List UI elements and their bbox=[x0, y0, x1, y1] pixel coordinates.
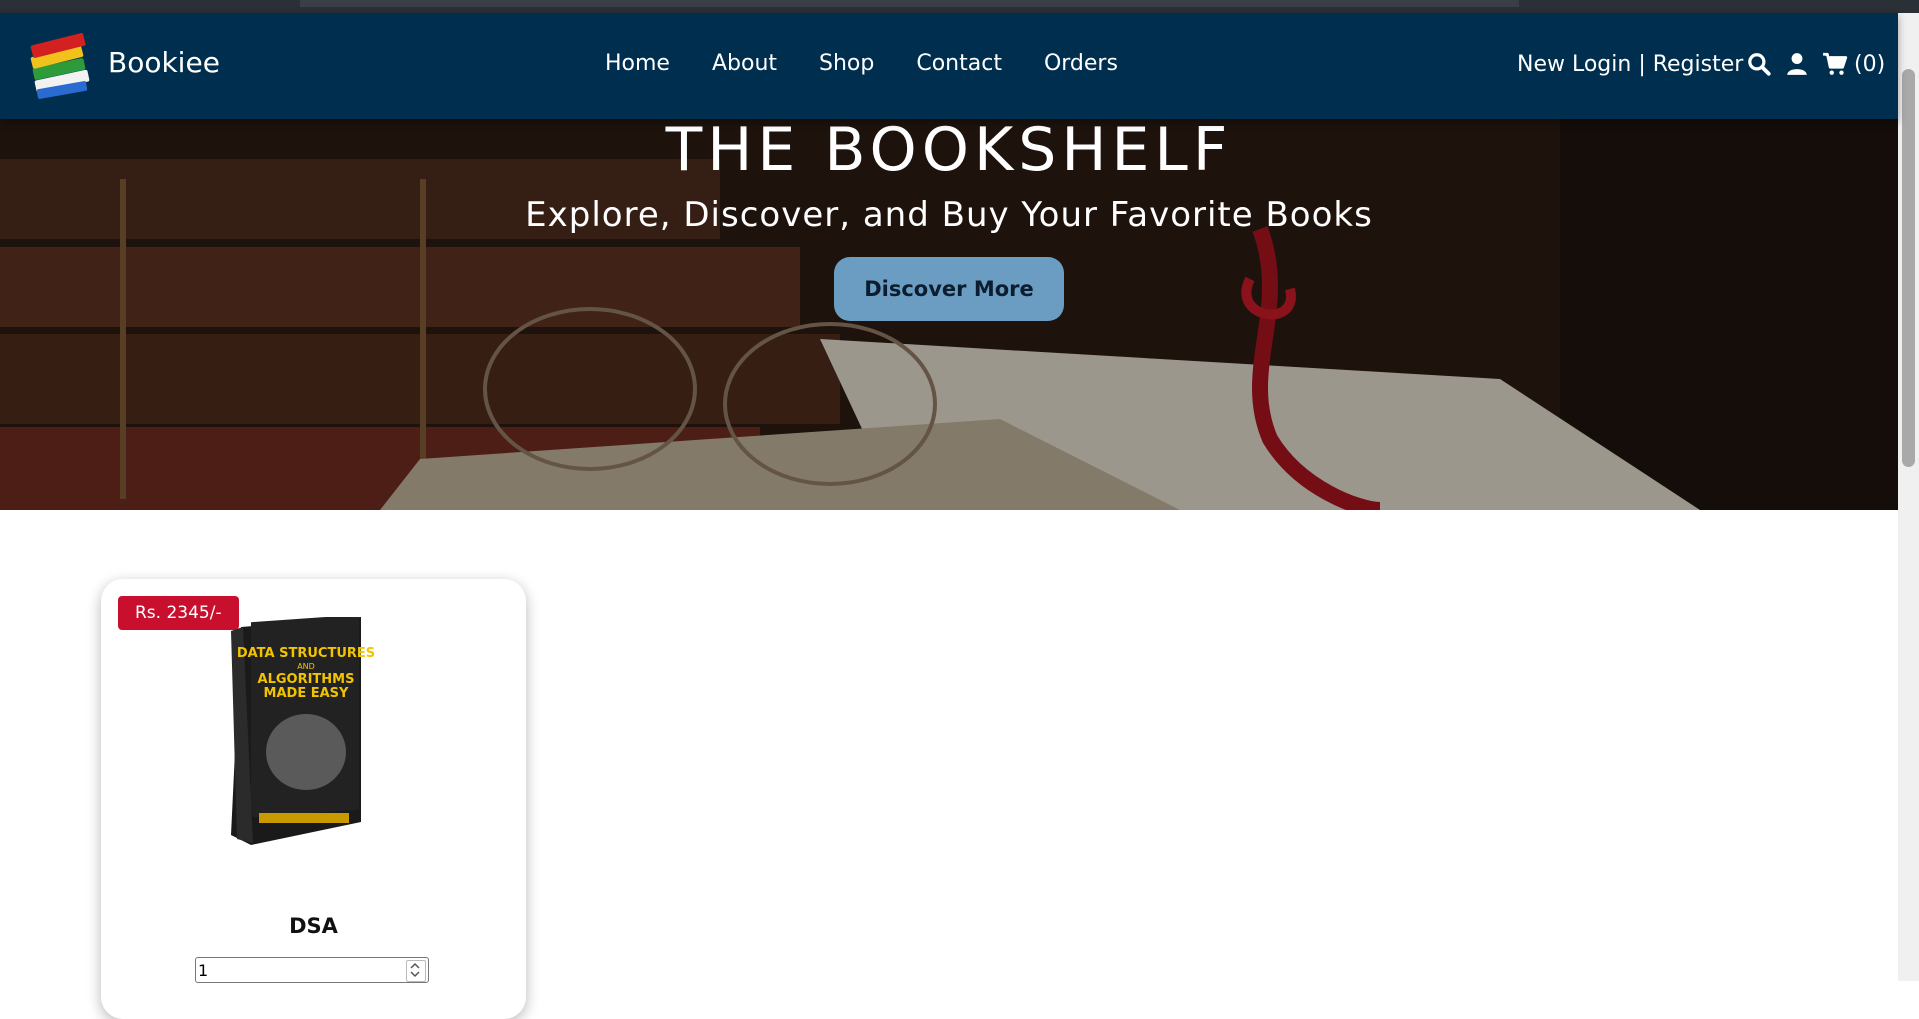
nav-home[interactable]: Home bbox=[605, 51, 670, 76]
quantity-input[interactable]: 1 bbox=[195, 957, 429, 983]
nav-orders[interactable]: Orders bbox=[1044, 51, 1118, 76]
user-icon[interactable] bbox=[1784, 51, 1810, 77]
scrollbar-thumb[interactable] bbox=[1902, 69, 1915, 467]
login-register-link[interactable]: New Login | Register bbox=[1517, 52, 1743, 77]
nav-shop[interactable]: Shop bbox=[819, 51, 874, 76]
hero-title: THE BOOKSHELF bbox=[665, 119, 1233, 185]
main-menu: Home About Shop Contact Orders bbox=[605, 51, 1160, 76]
header-navbar: Bookiee Home About Shop Contact Orders N… bbox=[0, 13, 1898, 119]
brand-name[interactable]: Bookiee bbox=[108, 46, 220, 79]
book-cover-image[interactable]: DATA STRUCTURES AND ALGORITHMS MADE EASY bbox=[211, 617, 381, 845]
cover-line-4: MADE EASY bbox=[264, 686, 349, 701]
stepper-arrows-icon[interactable] bbox=[407, 961, 423, 979]
search-icon[interactable] bbox=[1746, 51, 1772, 77]
header-icons: (0) bbox=[1746, 51, 1885, 77]
discover-more-button[interactable]: Discover More bbox=[834, 257, 1064, 321]
browser-top-strip bbox=[0, 0, 1919, 13]
hero-subtitle: Explore, Discover, and Buy Your Favorite… bbox=[525, 195, 1373, 235]
books-logo-icon[interactable] bbox=[29, 29, 103, 103]
cover-line-3: ALGORITHMS bbox=[258, 672, 355, 687]
quantity-stepper[interactable] bbox=[406, 960, 426, 982]
page-scrollbar[interactable] bbox=[1898, 13, 1919, 981]
hero-banner: THE BOOKSHELF Explore, Discover, and Buy… bbox=[0, 119, 1898, 510]
cart-count[interactable]: (0) bbox=[1854, 52, 1885, 77]
auth-label[interactable]: New Login | Register bbox=[1517, 52, 1743, 77]
quantity-value[interactable]: 1 bbox=[198, 961, 208, 980]
cover-line-2: AND bbox=[297, 662, 315, 671]
product-card: Rs. 2345/- DATA STRUCTURES AND ALGORITHM… bbox=[101, 579, 526, 1019]
cart-icon[interactable] bbox=[1822, 51, 1848, 77]
cover-line-1: DATA STRUCTURES bbox=[237, 646, 375, 661]
nav-about[interactable]: About bbox=[712, 51, 777, 76]
browser-top-strip-inner bbox=[300, 0, 1519, 7]
nav-contact[interactable]: Contact bbox=[916, 51, 1002, 76]
product-name: DSA bbox=[289, 914, 338, 938]
